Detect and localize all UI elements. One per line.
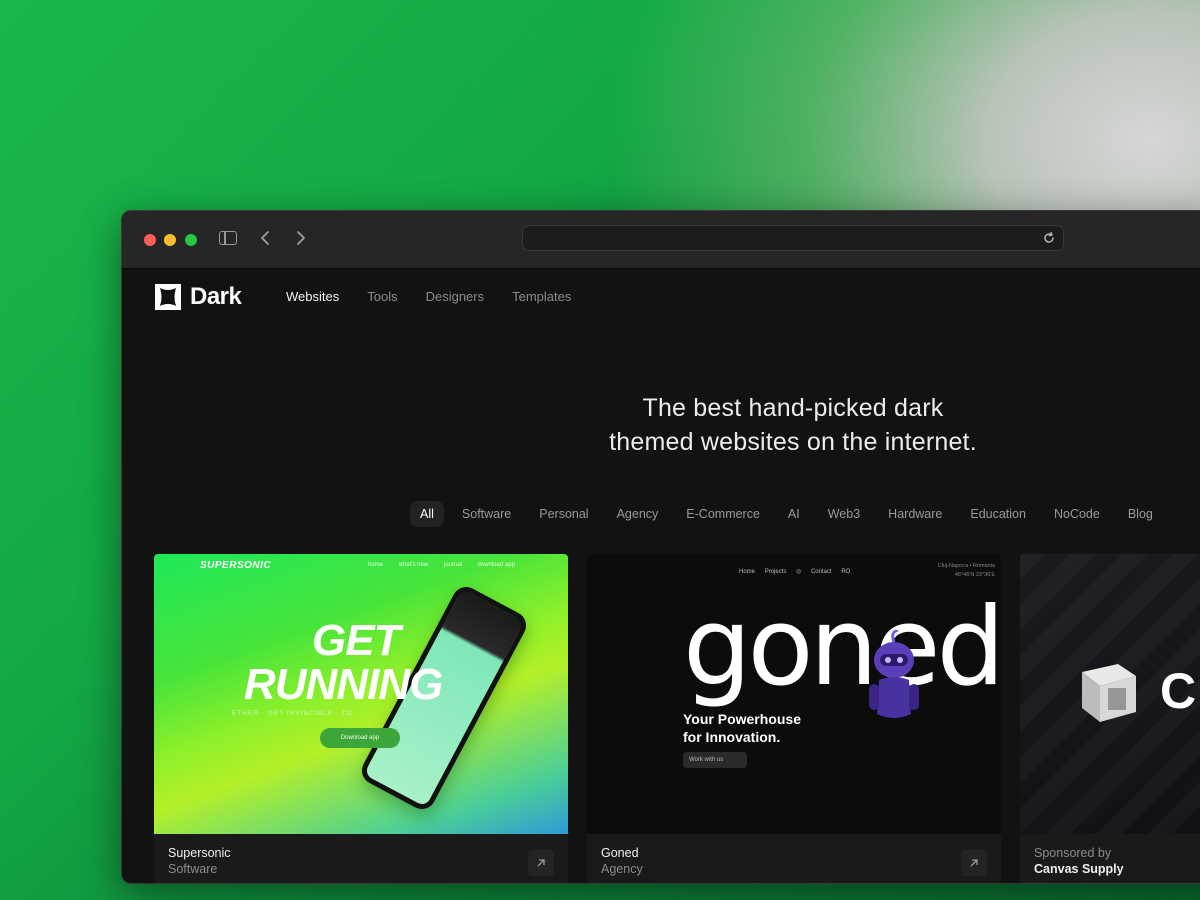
card-title: Supersonic [168, 846, 231, 860]
preview-nav: Home Projects ◎ Contact RO [739, 568, 858, 575]
preview-tagline-1: Your Powerhouse [683, 711, 801, 727]
nav-designers[interactable]: Designers [426, 289, 485, 304]
close-window-button[interactable] [144, 234, 156, 246]
hero-line-1: The best hand-picked dark [642, 394, 944, 422]
preview-brand: SUPERSONIC [200, 560, 272, 571]
preview-nav-item: RO [841, 569, 851, 575]
open-link-button[interactable] [961, 850, 987, 876]
zoom-window-button[interactable] [185, 234, 197, 246]
preview-nav-item: home [368, 562, 384, 568]
preview-nav-item: Home [739, 569, 756, 575]
preview-letter: C [1160, 663, 1197, 719]
filter-education[interactable]: Education [960, 501, 1036, 527]
hero-line-2: themed websites on the internet. [609, 428, 977, 456]
filter-web3[interactable]: Web3 [818, 501, 870, 527]
preview-nav-item: download app [477, 562, 515, 568]
preview-tagline-2: for Innovation. [683, 729, 781, 745]
site-card-supersonic[interactable]: SUPERSONIC home what's new journal downl… [154, 554, 568, 883]
page-content: Dark Websites Tools Designers Templates … [122, 269, 1200, 883]
preview-coords-line: 46°46'N 23°36'E [954, 572, 995, 578]
preview-nav-item: Contact [810, 569, 832, 575]
preview-work-button: Work with us [683, 752, 747, 768]
category-filters: All Software Personal Agency E-Commerce … [410, 501, 1171, 527]
preview-nav-item: journal [443, 562, 462, 568]
top-nav: Websites Tools Designers Templates [286, 289, 599, 304]
preview-location: Cluj-Napoca • Romania 46°46'N 23°36'E [938, 562, 995, 580]
preview-location-line: Cluj-Napoca • Romania [937, 563, 995, 569]
filter-nocode[interactable]: NoCode [1044, 501, 1110, 527]
card-category: Software [168, 862, 218, 876]
site-card-canvas-supply[interactable]: C Sponsored by Canvas Supply [1020, 554, 1200, 883]
reload-icon[interactable] [1041, 230, 1057, 246]
robot-mascot-icon [869, 630, 919, 718]
back-arrow-icon[interactable] [254, 227, 276, 249]
filter-blog[interactable]: Blog [1118, 501, 1163, 527]
preview-headline-2: RUNNING [244, 660, 443, 709]
browser-titlebar [122, 211, 1200, 269]
card-title: Canvas Supply [1034, 862, 1124, 876]
canvas-supply-preview[interactable]: C [1020, 554, 1200, 834]
site-card-goned[interactable]: Home Projects ◎ Contact RO Cluj-Napoca •… [587, 554, 1001, 883]
minimize-window-button[interactable] [164, 234, 176, 246]
arrow-up-right-icon [537, 859, 545, 867]
supersonic-preview[interactable]: SUPERSONIC home what's new journal downl… [154, 554, 568, 834]
brand-name: Dark [190, 283, 242, 310]
sidebar-toggle-icon[interactable] [219, 231, 237, 245]
sponsored-label: Sponsored by [1034, 846, 1112, 860]
nav-websites[interactable]: Websites [286, 289, 339, 304]
preview-headline-1: GET [312, 616, 400, 665]
nav-tools[interactable]: Tools [367, 289, 397, 304]
glass-cube-icon [1082, 664, 1136, 722]
open-link-button[interactable] [528, 850, 554, 876]
preview-ticker: ETHER · GET INVINCIBLE · TO [232, 710, 353, 717]
filter-personal[interactable]: Personal [529, 501, 598, 527]
preview-wordmark: goned [683, 585, 1001, 710]
preview-tagline: Your Powerhouse for Innovation. [683, 710, 823, 746]
filter-ecommerce[interactable]: E-Commerce [676, 501, 770, 527]
filter-hardware[interactable]: Hardware [878, 501, 952, 527]
preview-nav: home what's new journal download app [368, 562, 529, 568]
preview-nav-item: Projects [764, 569, 787, 575]
goned-preview[interactable]: Home Projects ◎ Contact RO Cluj-Napoca •… [587, 554, 1001, 834]
preview-download-button: Download app [320, 728, 400, 748]
preview-logo-icon: ◎ [796, 569, 802, 575]
card-title: Goned [601, 846, 639, 860]
dark-logo-icon [155, 284, 181, 310]
filter-agency[interactable]: Agency [607, 501, 669, 527]
forward-arrow-icon[interactable] [290, 227, 312, 249]
card-category: Agency [601, 862, 643, 876]
address-bar[interactable] [522, 225, 1064, 251]
preview-nav-item: what's new [398, 562, 429, 568]
hero-heading: The best hand-picked dark themed website… [552, 391, 1034, 459]
nav-templates[interactable]: Templates [512, 289, 571, 304]
filter-ai[interactable]: AI [778, 501, 810, 527]
filter-software[interactable]: Software [452, 501, 521, 527]
arrow-up-right-icon [970, 859, 978, 867]
browser-window: Dark Websites Tools Designers Templates … [121, 210, 1200, 884]
filter-all[interactable]: All [410, 501, 444, 527]
site-logo[interactable]: Dark [154, 283, 242, 311]
